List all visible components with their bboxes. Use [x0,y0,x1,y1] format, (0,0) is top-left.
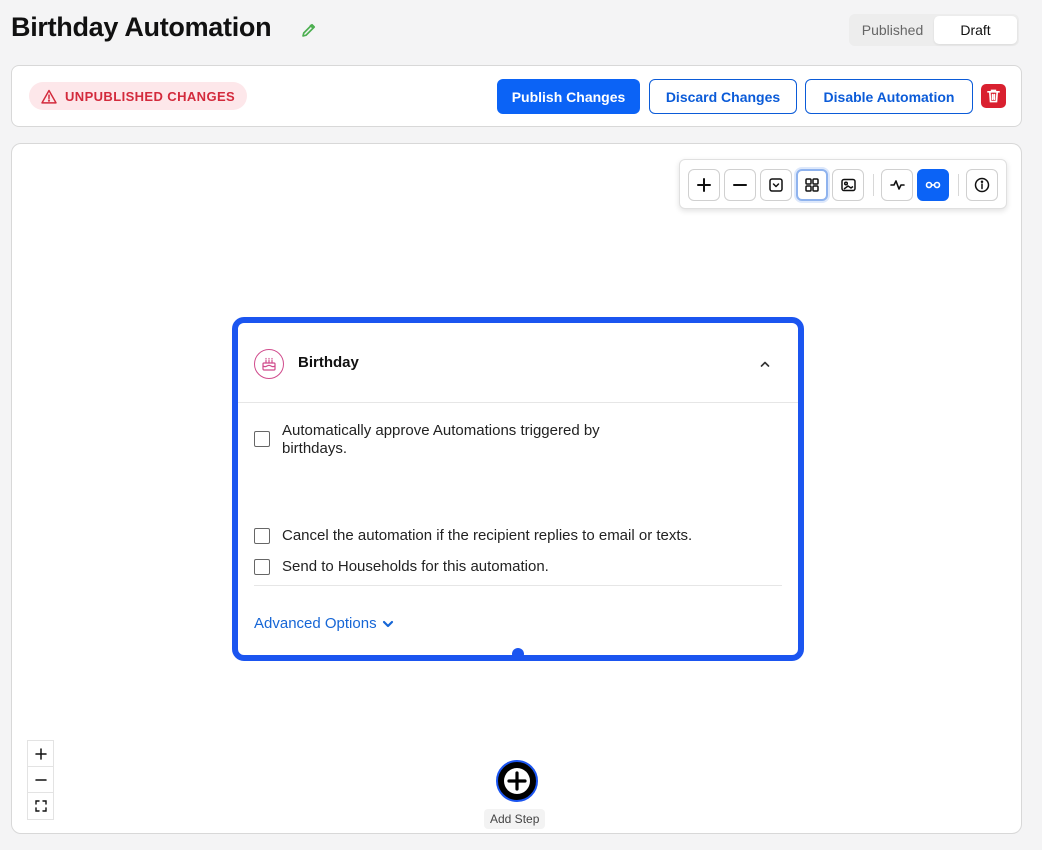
image-icon [840,178,856,192]
link-nodes-icon [925,181,941,189]
option-label: Send to Households for this automation. [282,558,549,575]
option-households[interactable]: Send to Households for this automation. [254,558,549,576]
tab-published[interactable]: Published [851,16,934,44]
add-step-label: Add Step [484,809,546,829]
action-bar: UNPUBLISHED CHANGES Publish Changes Disc… [11,65,1022,127]
delete-button[interactable] [981,84,1006,108]
advanced-options-toggle[interactable]: Advanced Options [254,615,395,632]
unpublished-badge: UNPUBLISHED CHANGES [29,82,248,110]
minus-icon [34,778,47,781]
workflow-canvas[interactable]: Birthday Automatically approve Automatio… [11,143,1022,834]
option-label: Cancel the automation if the recipient r… [282,527,693,544]
chevron-up-icon[interactable] [758,357,772,371]
trash-icon [987,89,1000,103]
grid-view-button[interactable] [796,169,828,201]
cancel-on-reply-checkbox[interactable] [254,528,270,544]
canvas-toolbar [679,159,1007,209]
plus-icon [504,768,530,794]
trigger-card[interactable]: Birthday Automatically approve Automatio… [232,317,804,661]
divider [254,585,782,586]
zoom-out-button[interactable] [724,169,756,201]
status-toggle: Published Draft [849,14,1019,46]
advanced-options-label: Advanced Options [254,615,377,632]
zoom-controls [27,740,54,820]
disable-automation-button[interactable]: Disable Automation [805,79,973,114]
fit-view-button[interactable] [28,793,53,819]
card-header[interactable]: Birthday [238,323,798,403]
minus-icon [733,184,747,186]
add-step-button[interactable] [496,760,538,802]
activity-button[interactable] [881,169,913,201]
chevron-box-icon [769,178,783,192]
card-title: Birthday [298,354,359,371]
zoom-in-button[interactable] [688,169,720,201]
zoom-out-small-button[interactable] [28,767,53,793]
option-auto-approve[interactable]: Automatically approve Automations trigge… [254,422,642,458]
cake-icon [254,349,284,379]
info-button[interactable] [966,169,998,201]
plus-icon [697,178,711,192]
discard-changes-button[interactable]: Discard Changes [649,79,797,114]
auto-approve-checkbox[interactable] [254,431,270,447]
connector-handle[interactable] [512,648,524,660]
option-label: Automatically approve Automations trigge… [282,422,600,457]
plus-icon [34,747,47,760]
badge-label: UNPUBLISHED CHANGES [65,88,236,104]
option-cancel-on-reply[interactable]: Cancel the automation if the recipient r… [254,527,692,545]
info-icon [974,177,990,193]
pencil-icon[interactable] [300,21,318,39]
pulse-icon [889,180,905,190]
connections-button[interactable] [917,169,949,201]
zoom-in-small-button[interactable] [28,741,53,767]
warning-icon [41,89,57,104]
publish-changes-button[interactable]: Publish Changes [497,79,640,114]
households-checkbox[interactable] [254,559,270,575]
image-view-button[interactable] [832,169,864,201]
chevron-down-icon [382,620,393,627]
page-title: Birthday Automation [11,12,272,42]
grid-icon [805,178,819,192]
fullscreen-icon [34,800,47,812]
tab-draft[interactable]: Draft [934,16,1017,44]
collapse-button[interactable] [760,169,792,201]
